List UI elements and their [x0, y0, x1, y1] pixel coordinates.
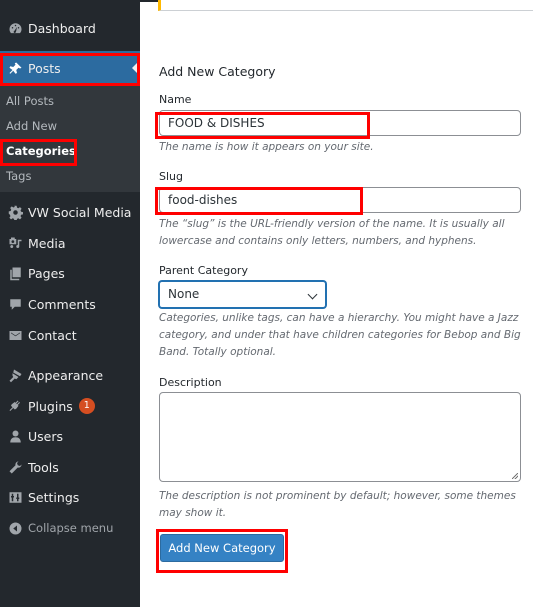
sidebar-item-label: Posts — [28, 60, 61, 76]
main-content: Add New Category Name FOOD & DISHES The … — [140, 0, 533, 607]
submenu-item-tags[interactable]: Tags — [6, 169, 31, 183]
collapse-menu-button[interactable]: Collapse menu — [0, 513, 140, 543]
sidebar-item-vw-social-media[interactable]: VW Social Media — [0, 197, 140, 227]
sidebar-item-posts[interactable]: Posts — [0, 51, 140, 85]
slug-input[interactable]: food-dishes — [159, 187, 521, 213]
pin-icon — [0, 61, 28, 76]
dashboard-icon — [0, 21, 28, 36]
slug-label: Slug — [159, 170, 183, 183]
sidebar-item-label: Plugins — [28, 398, 73, 414]
sidebar-item-label: Settings — [28, 489, 80, 505]
sidebar-item-media[interactable]: Media — [0, 228, 140, 258]
media-icon — [0, 236, 28, 251]
sidebar-item-label: Pages — [28, 265, 65, 281]
submenu-item-add-new[interactable]: Add New — [6, 119, 57, 133]
parent-category-hint: Categories, unlike tags, can have a hier… — [159, 312, 521, 358]
paintbrush-icon — [0, 368, 28, 383]
sidebar-item-label: Comments — [28, 296, 96, 312]
add-new-category-button[interactable]: Add New Category — [160, 534, 284, 562]
admin-sidebar: Dashboard Posts All Posts Add New Catego… — [0, 0, 140, 607]
description-hint: The description is not prominent by defa… — [159, 490, 516, 519]
wrench-icon — [0, 460, 28, 475]
pages-icon — [0, 266, 28, 281]
sidebar-item-label: Contact — [28, 327, 77, 343]
sidebar-item-settings[interactable]: Settings — [0, 482, 140, 512]
sidebar-item-dashboard[interactable]: Dashboard — [0, 13, 140, 43]
gear-icon — [0, 205, 28, 220]
collapse-icon — [0, 521, 28, 536]
form-title: Add New Category — [159, 64, 276, 79]
plugins-update-badge: 1 — [78, 398, 95, 414]
sidebar-item-comments[interactable]: Comments — [0, 289, 140, 319]
envelope-icon — [0, 328, 28, 343]
posts-submenu: All Posts Add New Categories Tags — [0, 85, 140, 192]
collapse-menu-label: Collapse menu — [28, 521, 114, 535]
parent-category-value: None — [168, 287, 200, 301]
comment-icon — [0, 297, 28, 312]
description-textarea[interactable] — [159, 392, 521, 482]
submenu-item-all-posts[interactable]: All Posts — [6, 94, 54, 108]
resize-handle-icon[interactable] — [512, 473, 518, 479]
sidebar-item-label: Tools — [28, 459, 59, 475]
current-menu-arrow — [132, 62, 138, 74]
settings-icon — [0, 490, 28, 505]
parent-category-select[interactable]: None — [159, 281, 326, 308]
chevron-down-icon — [307, 289, 318, 300]
sidebar-item-label: Users — [28, 428, 64, 444]
parent-category-label: Parent Category — [159, 264, 248, 277]
name-input[interactable]: FOOD & DISHES — [159, 110, 521, 136]
sidebar-item-contact[interactable]: Contact — [0, 320, 140, 350]
description-label: Description — [159, 376, 222, 389]
sidebar-item-appearance[interactable]: Appearance — [0, 360, 140, 390]
sidebar-item-label: VW Social Media — [28, 204, 132, 220]
admin-notice — [158, 0, 533, 11]
slug-hint: The “slug” is the URL-friendly version o… — [159, 218, 505, 247]
plug-icon — [0, 399, 28, 414]
submenu-item-categories[interactable]: Categories — [6, 144, 76, 158]
sidebar-item-label: Media — [28, 235, 66, 251]
user-icon — [0, 429, 28, 444]
sidebar-item-users[interactable]: Users — [0, 421, 140, 451]
name-label: Name — [159, 93, 192, 106]
name-hint: The name is how it appears on your site. — [159, 141, 374, 153]
sidebar-item-tools[interactable]: Tools — [0, 452, 140, 482]
sidebar-item-plugins[interactable]: Plugins 1 — [0, 391, 140, 421]
sidebar-item-pages[interactable]: Pages — [0, 258, 140, 288]
sidebar-item-label: Appearance — [28, 367, 104, 383]
sidebar-item-label: Dashboard — [28, 20, 96, 36]
